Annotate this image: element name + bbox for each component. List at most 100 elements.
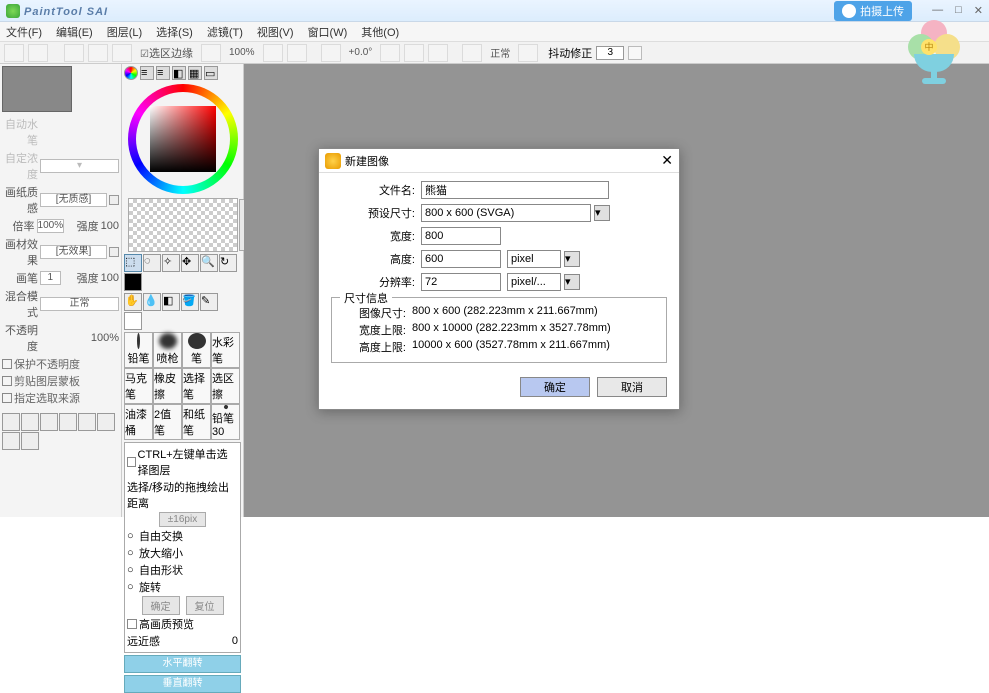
tool-bucket[interactable]: 🪣 xyxy=(181,293,199,311)
paper-quality-value[interactable]: [无质感] xyxy=(40,193,107,207)
upload-button[interactable]: 拍摄上传 xyxy=(834,1,912,21)
layer-delete[interactable] xyxy=(78,413,96,431)
dialog-ok-button[interactable]: 确定 xyxy=(520,377,590,397)
width-value[interactable]: 1 xyxy=(40,271,61,285)
ctrl-select-check[interactable] xyxy=(127,457,136,467)
toolbar-showsel[interactable] xyxy=(112,44,132,62)
menu-layer[interactable]: 图层(L) xyxy=(107,24,142,40)
blend-value[interactable]: 正常 xyxy=(40,297,119,311)
unit-dropdown-icon[interactable]: ▾ xyxy=(564,251,580,267)
brush-brush[interactable]: 笔 xyxy=(182,332,211,368)
opt-reset[interactable]: 复位 xyxy=(186,596,224,615)
preset-select[interactable]: 800 x 600 (SVGA) xyxy=(421,204,591,222)
material-picker[interactable] xyxy=(109,247,119,257)
rgb-tab[interactable]: ≡ xyxy=(140,66,154,80)
menu-edit[interactable]: 编辑(E) xyxy=(56,24,93,40)
fg-color[interactable] xyxy=(124,273,142,291)
menu-other[interactable]: 其他(O) xyxy=(361,24,399,40)
brush-selpen[interactable]: 选择笔 xyxy=(182,368,211,404)
tool-wand[interactable]: ✧ xyxy=(162,254,180,272)
toolbar-flip[interactable] xyxy=(428,44,448,62)
paper-picker[interactable] xyxy=(109,195,119,205)
dialog-titlebar[interactable]: 新建图像 ✕ xyxy=(319,149,679,173)
preset-dropdown-icon[interactable]: ▾ xyxy=(594,205,610,221)
layer-mask[interactable] xyxy=(59,413,77,431)
protect-alpha-check[interactable] xyxy=(2,359,12,369)
layer-flatten[interactable] xyxy=(2,432,20,450)
filename-input[interactable] xyxy=(421,181,609,199)
opt-rotate[interactable]: 旋转 xyxy=(139,579,161,595)
tool-marquee[interactable]: ⬚ xyxy=(124,254,142,272)
toolbar-invert[interactable] xyxy=(88,44,108,62)
navigator-thumb[interactable] xyxy=(2,66,72,112)
toolbar-redo[interactable] xyxy=(28,44,48,62)
hsv-tab[interactable]: ≡ xyxy=(156,66,170,80)
toolbar-undo[interactable] xyxy=(4,44,24,62)
res-input[interactable] xyxy=(421,273,501,291)
toolbar-mode[interactable]: 正常 xyxy=(486,45,514,60)
toolbar-fit[interactable] xyxy=(287,44,307,62)
select-src-check[interactable] xyxy=(2,393,12,403)
close-button[interactable]: ✕ xyxy=(974,4,983,17)
clip-mask-check[interactable] xyxy=(2,376,12,386)
jitter-input[interactable] xyxy=(596,46,624,60)
jitter-dropdown[interactable] xyxy=(628,46,642,60)
tool-picker[interactable]: 💧 xyxy=(143,293,161,311)
menu-window[interactable]: 窗口(W) xyxy=(308,24,348,40)
mixer-tab[interactable]: ◧ xyxy=(172,66,186,80)
color-square[interactable] xyxy=(150,106,216,172)
layer-new[interactable] xyxy=(2,413,20,431)
brush-pencil[interactable]: 铅笔 xyxy=(124,332,153,368)
toolbar-zoom-in[interactable] xyxy=(263,44,283,62)
res-unit-dropdown-icon[interactable]: ▾ xyxy=(564,274,580,290)
res-unit-select[interactable]: pixel/... xyxy=(507,273,561,291)
tool-eraser[interactable]: ◧ xyxy=(162,293,180,311)
drag-threshold[interactable]: ±16pix xyxy=(159,512,206,527)
flip-h-button[interactable]: 水平翻转 xyxy=(124,655,241,673)
menu-view[interactable]: 视图(V) xyxy=(257,24,294,40)
brush-pencil30[interactable]: 铅笔30 xyxy=(211,404,240,440)
tool-lasso[interactable]: ◌ xyxy=(143,254,161,272)
hq-preview-check[interactable] xyxy=(127,619,137,629)
material-value[interactable]: [无效果] xyxy=(40,245,107,259)
toolbar-deselect[interactable] xyxy=(64,44,84,62)
menu-select[interactable]: 选择(S) xyxy=(156,24,193,40)
width-input[interactable] xyxy=(421,227,501,245)
toolbar-zoom-out[interactable] xyxy=(201,44,221,62)
minimize-button[interactable]: — xyxy=(932,4,943,17)
layer-merge[interactable] xyxy=(97,413,115,431)
opt-zoom[interactable]: 放大缩小 xyxy=(139,545,183,561)
tool-pen[interactable]: ✎ xyxy=(200,293,218,311)
brush-marker[interactable]: 马克笔 xyxy=(124,368,153,404)
brush-eraser[interactable]: 橡皮擦 xyxy=(153,368,182,404)
height-input[interactable] xyxy=(421,250,501,268)
toolbar-mode-l[interactable] xyxy=(462,44,482,62)
opt-freetrans[interactable]: 自由交换 xyxy=(139,528,183,544)
tool-hand[interactable]: ✋ xyxy=(124,293,142,311)
flip-v-button[interactable]: 垂直翻转 xyxy=(124,675,241,693)
toolbar-selborder-check[interactable]: ☑选区边缘 xyxy=(136,45,197,61)
unit-select[interactable]: pixel xyxy=(507,250,561,268)
layer-linework[interactable] xyxy=(40,413,58,431)
intensity-value[interactable]: 100 xyxy=(101,220,119,232)
tool-rotate[interactable]: ↻ xyxy=(219,254,237,272)
perspective-value[interactable]: 0 xyxy=(232,635,238,647)
toolbar-mode-r[interactable] xyxy=(518,44,538,62)
brush-binary[interactable]: 2值笔 xyxy=(153,404,182,440)
toolbar-zoom[interactable]: 100% xyxy=(225,47,259,58)
opacity-value[interactable]: 100% xyxy=(91,332,119,344)
layer-folder[interactable] xyxy=(21,413,39,431)
maximize-button[interactable]: □ xyxy=(955,4,962,17)
toolbar-rotate-reset[interactable] xyxy=(404,44,424,62)
brush-paper[interactable]: 和纸笔 xyxy=(182,404,211,440)
scratch-tab[interactable]: ▭ xyxy=(204,66,218,80)
brush-watercolor[interactable]: 水彩笔 xyxy=(211,332,240,368)
toolbar-angle[interactable]: +0.0° xyxy=(345,47,377,58)
brush-airbrush[interactable]: 喷枪 xyxy=(153,332,182,368)
toolbar-rotate-r[interactable] xyxy=(380,44,400,62)
brush-bucket[interactable]: 油漆桶 xyxy=(124,404,153,440)
menu-file[interactable]: 文件(F) xyxy=(6,24,42,40)
menu-filter[interactable]: 滤镜(T) xyxy=(207,24,243,40)
swatch-grid[interactable] xyxy=(128,198,238,252)
tool-move[interactable]: ✥ xyxy=(181,254,199,272)
